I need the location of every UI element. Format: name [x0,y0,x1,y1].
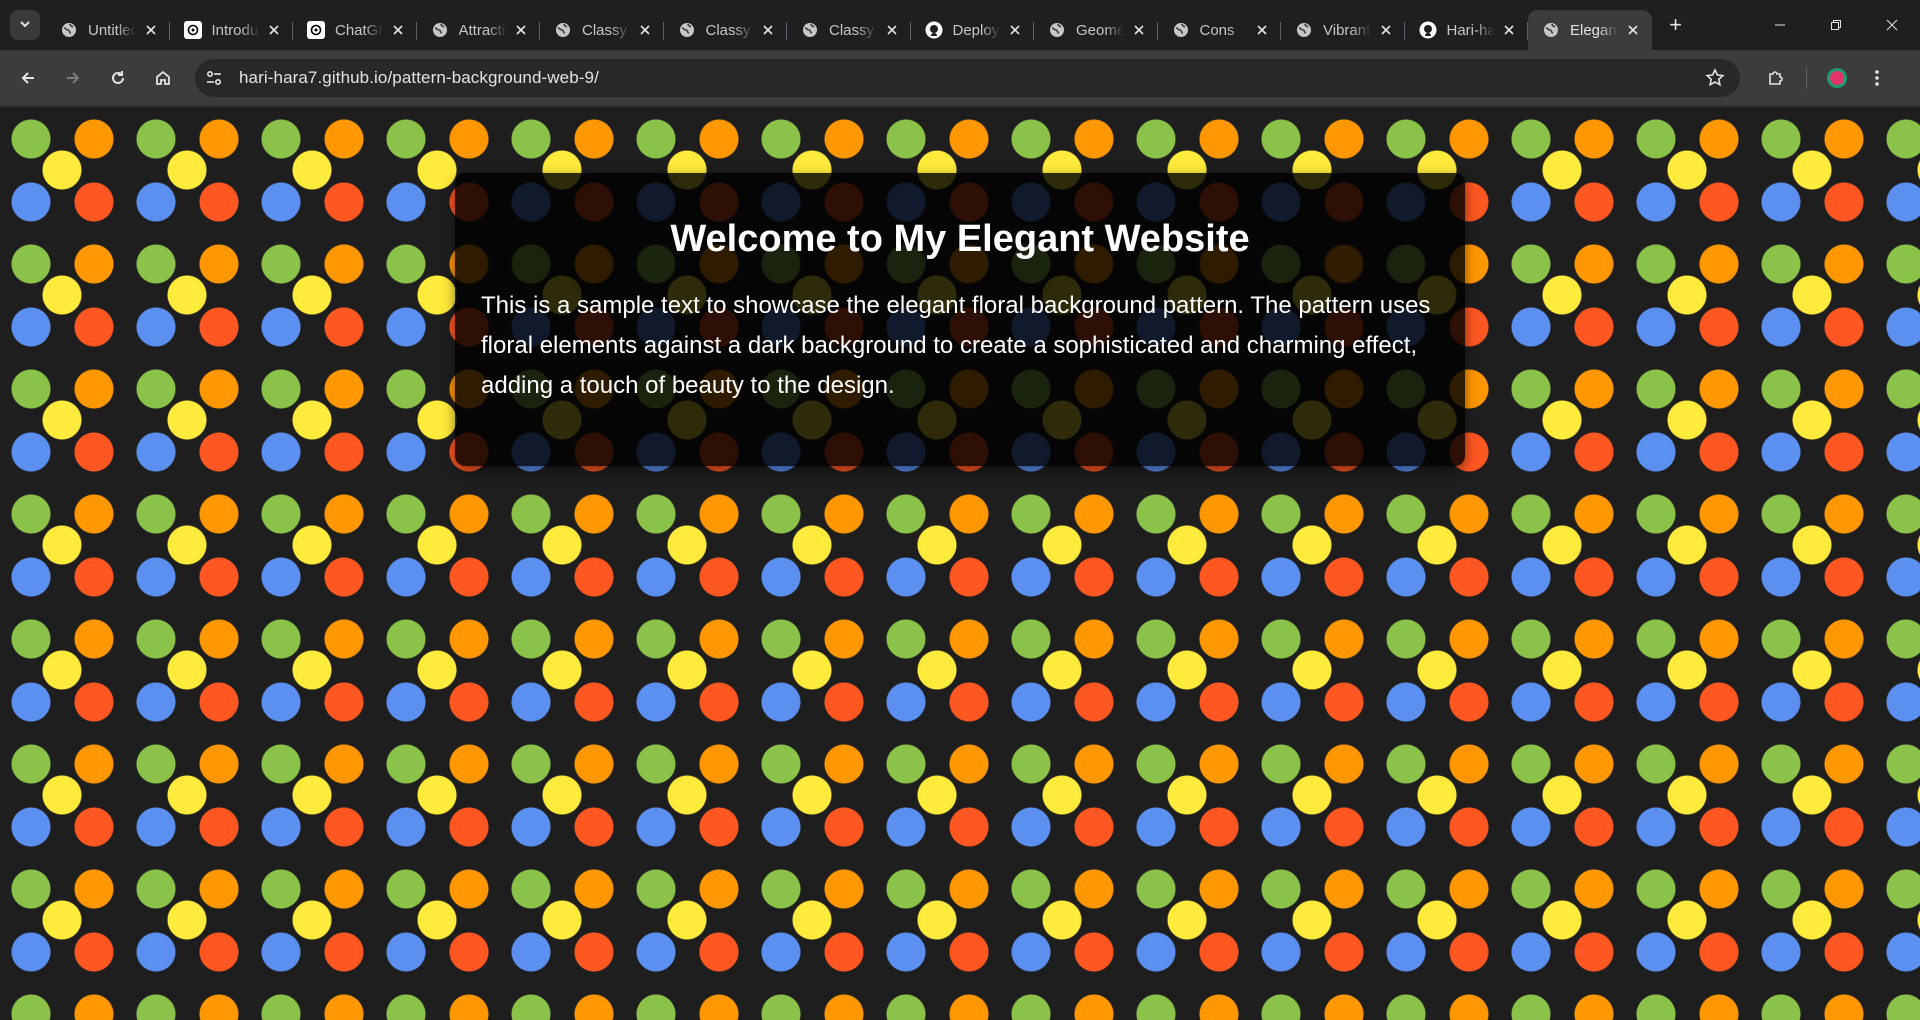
globe-icon [801,21,819,39]
tab-title: Untitled [88,21,136,39]
close-tab-icon[interactable] [636,21,654,39]
tab-title: ChatGPT [335,21,383,39]
home-button[interactable] [145,60,181,96]
bookmark-button[interactable] [1700,63,1730,93]
extensions-button[interactable] [1758,60,1794,96]
globe-icon [60,21,78,39]
tab-2[interactable]: ChatGPT [293,10,417,50]
close-tab-icon[interactable] [389,21,407,39]
reload-button[interactable] [100,60,136,96]
page-viewport: Welcome to My Elegant Website This is a … [0,108,1920,1020]
close-tab-icon[interactable] [1500,21,1518,39]
tab-0[interactable]: Untitled [46,10,170,50]
toolbar-divider [1806,67,1807,89]
tune-icon [206,70,222,86]
window-controls [1752,0,1920,50]
close-icon [1886,19,1898,31]
tab-list: Untitled Introducing ChatGPT Attractive Clas… [46,0,1652,50]
close-tab-icon[interactable] [1624,21,1642,39]
star-icon [1705,68,1725,87]
restore-icon [1831,20,1841,30]
tab-5[interactable]: Classy [664,10,788,50]
close-tab-icon[interactable] [759,21,777,39]
reload-icon [112,71,124,84]
tab-11[interactable]: Hari-hara7 [1405,10,1529,50]
close-tab-icon[interactable] [512,21,530,39]
globe-icon [431,21,449,39]
tab-title: Vibrant [1323,21,1371,39]
site-info-button[interactable] [199,63,229,93]
avatar [1827,68,1847,88]
tab-1[interactable]: Introducing [170,10,294,50]
close-tab-icon[interactable] [1130,21,1148,39]
tab-8[interactable]: Geometric [1034,10,1158,50]
close-tab-icon[interactable] [265,21,283,39]
tab-12[interactable]: Elegant [1528,10,1652,50]
tab-6[interactable]: Classy [787,10,911,50]
chevron-down-icon [19,17,31,33]
tab-title: Elegant [1570,21,1618,39]
tab-10[interactable]: Vibrant [1281,10,1405,50]
tab-title: Introducing [211,21,260,39]
globe-icon [1172,21,1190,39]
forward-button[interactable] [55,60,91,96]
page-description: This is a sample text to showcase the el… [481,292,1431,399]
close-tab-icon[interactable] [1377,21,1395,39]
browser-menu-button[interactable] [1859,60,1895,96]
url-text[interactable]: hari-hara7.github.io/pattern-background-… [239,68,599,88]
close-tab-icon[interactable] [1006,21,1024,39]
openai-icon [183,21,202,39]
new-tab-button[interactable]: + [1660,9,1692,41]
arrow-right-icon [67,72,80,84]
globe-icon [1295,21,1313,39]
globe-icon [678,21,696,39]
tab-title: Cons [1199,21,1235,39]
openai-icon [307,21,325,39]
globe-icon [554,21,572,39]
close-window-button[interactable] [1864,0,1920,50]
tab-title: Classy [582,21,628,39]
github-icon [925,21,943,39]
home-icon [156,70,170,85]
browser-toolbar: hari-hara7.github.io/pattern-background-… [0,50,1920,107]
globe-icon [1542,21,1560,39]
more-vert-icon [1875,70,1879,86]
globe-icon [1048,21,1066,39]
github-icon [1419,21,1437,39]
restore-button[interactable] [1808,0,1864,50]
tab-title: Classy [705,21,751,39]
page-title: Welcome to My Elegant Website [670,218,1250,260]
close-tab-icon[interactable] [142,21,160,39]
back-button[interactable] [10,60,46,96]
tab-9[interactable]: Cons [1158,10,1282,50]
toolbar-right [1758,60,1895,96]
tab-title: Geometric [1076,21,1124,39]
close-tab-icon[interactable] [1253,21,1271,39]
tab-search-button[interactable] [10,10,40,40]
arrow-left-icon [21,72,34,84]
profile-button[interactable] [1819,60,1855,96]
tab-title: Hari-hara7 [1446,21,1495,39]
tab-7[interactable]: Deploy [911,10,1035,50]
tab-title: Classy [829,21,875,39]
tab-strip: Untitled Introducing ChatGPT Attractive Clas… [0,0,1920,50]
puzzle-icon [1769,71,1783,85]
tab-4[interactable]: Classy [540,10,664,50]
content-card: Welcome to My Elegant Website This is a … [455,173,1465,466]
close-tab-icon[interactable] [883,21,901,39]
minimize-icon [1775,24,1785,26]
address-bar[interactable]: hari-hara7.github.io/pattern-background-… [195,59,1740,97]
tab-title: Attractive [458,21,507,39]
tab-3[interactable]: Attractive [417,10,541,50]
plus-icon: + [1669,12,1682,37]
minimize-button[interactable] [1752,0,1808,50]
tab-title: Deploy [952,21,1000,39]
